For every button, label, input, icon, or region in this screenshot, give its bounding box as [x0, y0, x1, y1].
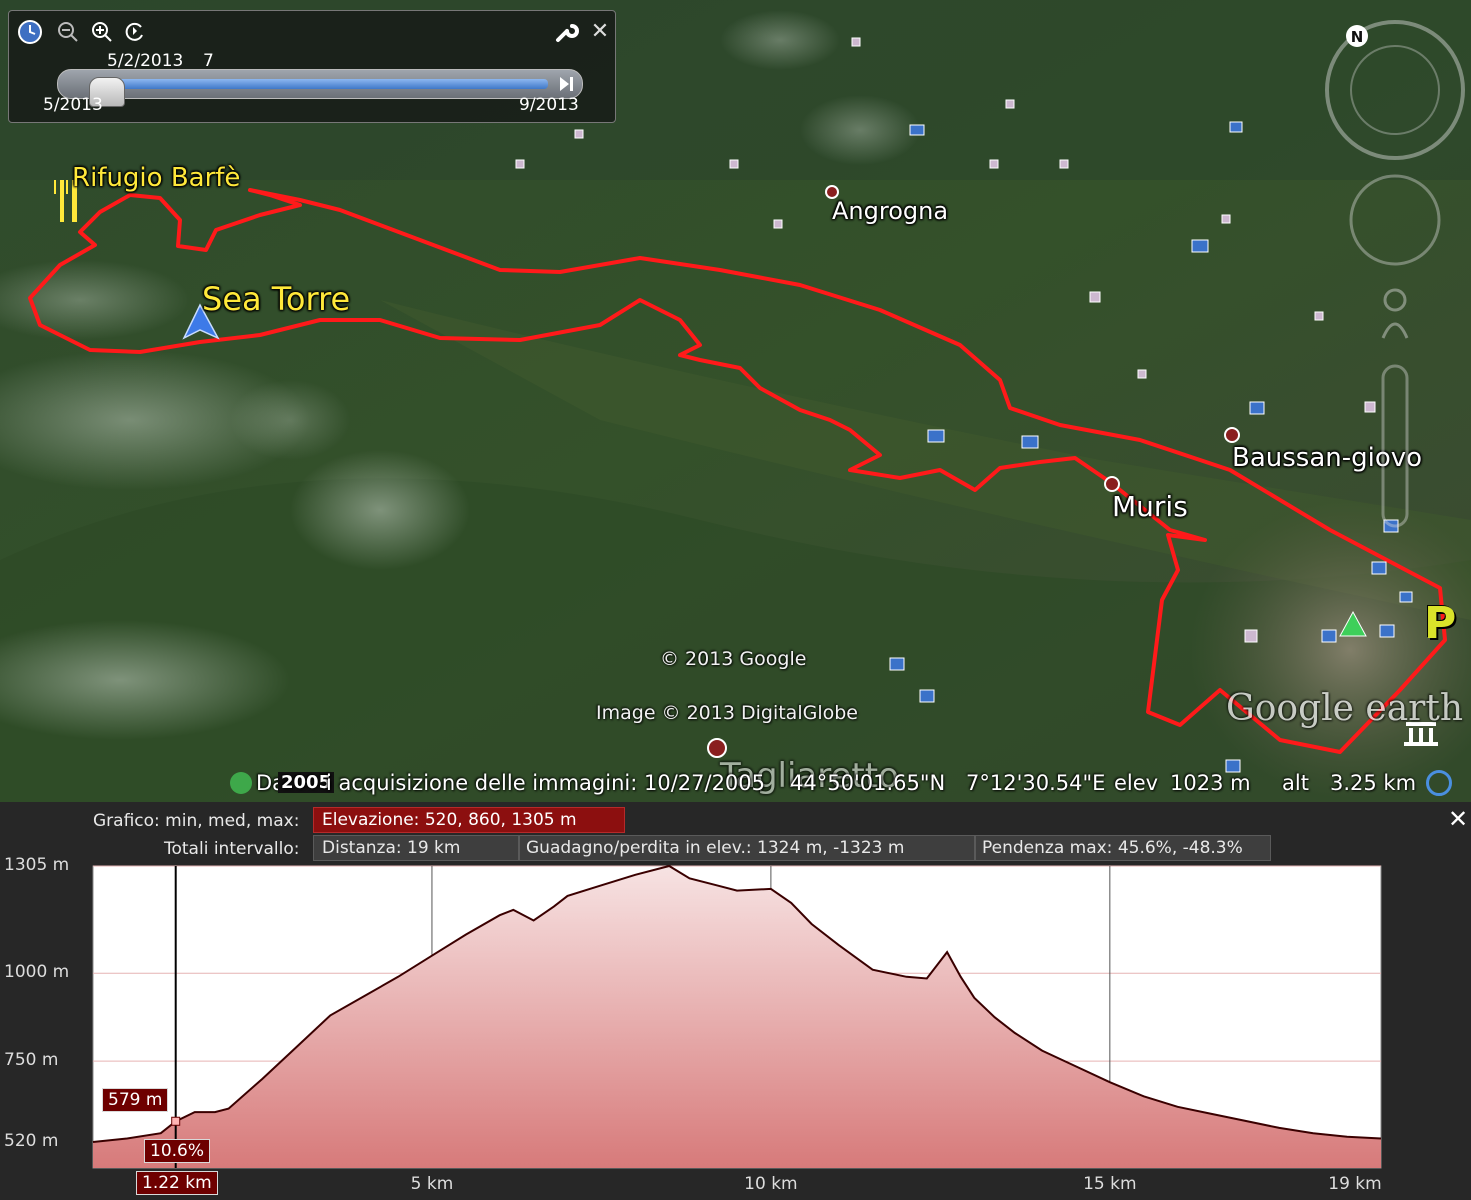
settings-wrench-icon[interactable]	[553, 19, 579, 45]
time-current-suffix: 7	[203, 51, 214, 71]
globe-icon	[230, 772, 252, 794]
x-tick-label: 10 km	[744, 1174, 798, 1194]
look-joystick[interactable]	[1349, 174, 1441, 266]
map-copyright: © 2013 Google	[660, 648, 807, 670]
imagery-credit: Image © 2013 DigitalGlobe	[596, 702, 858, 724]
place-label-muris[interactable]: Muris	[1112, 490, 1188, 523]
y-tick-label: 1305 m	[4, 855, 70, 875]
google-earth-logo: Google earth	[1226, 688, 1464, 729]
place-label-rifugio[interactable]: Rifugio Barfè	[72, 163, 240, 193]
loading-indicator-icon	[1426, 770, 1452, 796]
y-tick-label: 750 m	[4, 1050, 59, 1071]
time-slider-range	[100, 79, 548, 89]
elevation-label: elev	[1114, 771, 1159, 795]
svg-text:N: N	[1351, 28, 1364, 46]
x-tick-label: 5 km	[410, 1174, 454, 1194]
zoom-out-icon[interactable]	[55, 19, 81, 45]
y-tick-label: 520 m	[4, 1131, 59, 1151]
elevation-value: 1023 m	[1170, 771, 1251, 795]
place-label-sea-torre[interactable]: Sea Torre	[202, 280, 350, 318]
time-slider-panel: ✕ 5/2/2013 7 5/2013 9/2013	[8, 10, 616, 123]
cursor-elevation-tag: 579 m	[102, 1088, 169, 1112]
time-start-label: 5/2013	[43, 95, 103, 115]
zoom-slider[interactable]	[1381, 364, 1409, 528]
navigation-controls: N	[1325, 18, 1465, 538]
x-tick-label: 19 km	[1328, 1174, 1382, 1194]
cursor-distance-tag: 1.22 km	[136, 1171, 218, 1195]
status-bar: Da 2005 i acquisizione delle immagini: 1…	[230, 766, 1471, 802]
clock-icon[interactable]	[17, 19, 43, 45]
place-label-angrogna[interactable]: Angrogna	[832, 197, 948, 225]
parking-icon[interactable]: P	[1424, 598, 1456, 649]
zoom-in-icon[interactable]	[89, 19, 115, 45]
map-view[interactable]: Rifugio Barfè Sea Torre Angrogna Baussan…	[0, 0, 1471, 802]
north-indicator-icon[interactable]: N	[1346, 25, 1368, 47]
longitude: 7°12'30.54"E	[966, 771, 1106, 795]
elevation-profile-panel: Grafico: min, med, max: Elevazione: 520,…	[0, 802, 1471, 1200]
time-current-label: 5/2/2013	[107, 51, 184, 71]
altitude-value: 3.25 km	[1330, 771, 1417, 795]
latitude: 44°50'01.65"N	[790, 771, 946, 795]
elevation-chart[interactable]	[0, 802, 1471, 1200]
compass-ring[interactable]	[1325, 20, 1465, 160]
skip-end-icon[interactable]	[558, 75, 574, 93]
y-tick-label: 1000 m	[4, 962, 70, 983]
time-end-label: 9/2013	[519, 95, 579, 115]
x-tick-label: 15 km	[1083, 1174, 1137, 1194]
close-profile-icon[interactable]: ✕	[1447, 806, 1469, 832]
time-slider-track[interactable]	[57, 69, 583, 99]
imagery-date: i acquisizione delle immagini: 10/27/200…	[326, 771, 766, 795]
street-view-icon[interactable]	[1381, 288, 1409, 339]
profile-cursor-marker	[171, 1116, 181, 1126]
animate-icon[interactable]	[121, 19, 147, 45]
altitude-label: alt	[1282, 771, 1309, 795]
close-icon[interactable]: ✕	[587, 19, 613, 45]
cursor-slope-tag: 10.6%	[144, 1139, 211, 1163]
